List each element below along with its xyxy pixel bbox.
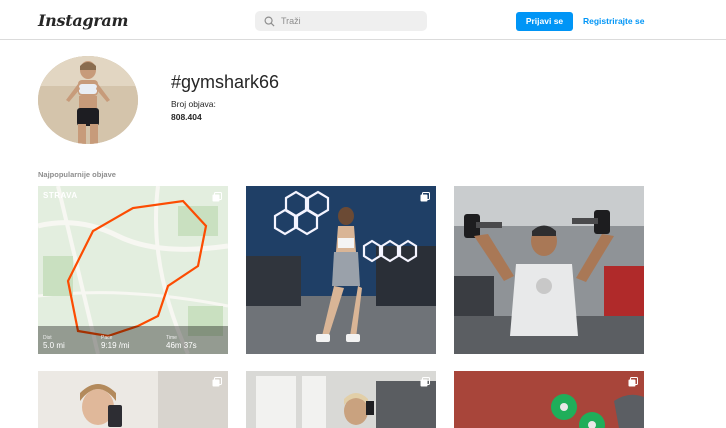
strava-brand-label: STRAVA xyxy=(43,191,78,200)
green-weights-photo xyxy=(454,371,644,428)
strava-stat-value: 5.0 mi xyxy=(43,341,65,350)
gym-mirror-photo xyxy=(246,371,436,428)
hashtag-title: #gymshark66 xyxy=(171,72,280,92)
register-link[interactable]: Registrirajte se xyxy=(583,16,644,26)
post-tile-strava-map[interactable]: STRAVA Dist 5.0 mi Pace 9:19 /mi Time 46… xyxy=(38,186,228,354)
posts-count-label: Broj objava: xyxy=(171,99,216,109)
search-input[interactable] xyxy=(281,16,421,26)
strava-stat-value: 9:19 /mi xyxy=(101,341,130,350)
gym-woman-photo xyxy=(246,186,436,354)
hashtag-avatar xyxy=(38,56,138,144)
multiple-posts-icon xyxy=(212,192,222,202)
strava-stat-value: 46m 37s xyxy=(166,341,197,350)
post-tile-gym-woman[interactable] xyxy=(246,186,436,354)
post-tile-green-weights[interactable] xyxy=(454,371,644,428)
avatar-photo xyxy=(38,56,138,144)
top-posts-heading: Najpopularnije objave xyxy=(38,170,116,179)
multiple-posts-icon xyxy=(420,377,430,387)
post-tile-gym-mirror[interactable] xyxy=(246,371,436,428)
multiple-posts-icon xyxy=(420,192,430,202)
post-tile-dumbbell-press[interactable] xyxy=(454,186,644,354)
mirror-selfie-photo xyxy=(38,371,228,428)
login-button[interactable]: Prijavi se xyxy=(516,12,573,31)
multiple-posts-icon xyxy=(628,377,638,387)
instagram-logo[interactable]: Instagram xyxy=(38,11,128,30)
post-tile-mirror-selfie[interactable] xyxy=(38,371,228,428)
search-box[interactable] xyxy=(255,11,427,31)
posts-count-value: 808.404 xyxy=(171,112,202,122)
dumbbell-man-photo xyxy=(454,186,644,354)
search-icon xyxy=(264,16,275,27)
multiple-posts-icon xyxy=(212,377,222,387)
strava-map-image xyxy=(38,186,228,354)
top-navigation-bar: Instagram Prijavi se Registrirajte se xyxy=(0,0,726,40)
